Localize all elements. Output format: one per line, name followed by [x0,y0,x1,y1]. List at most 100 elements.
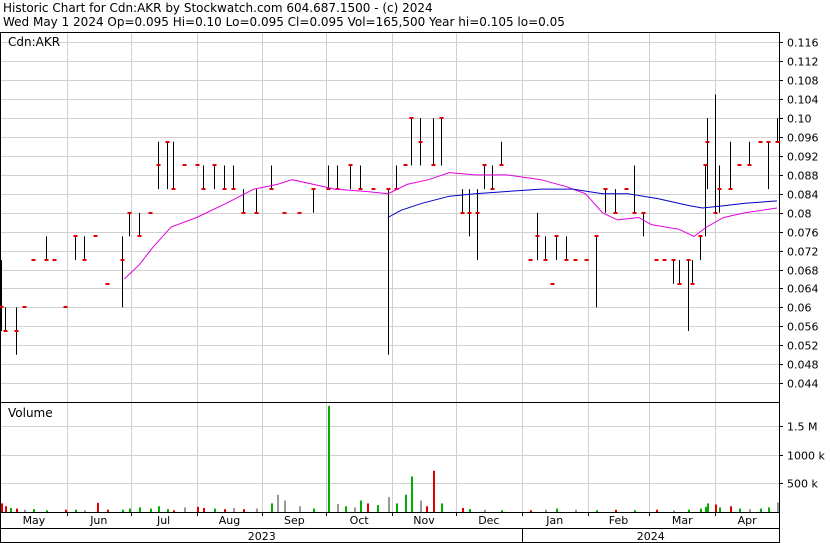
volume-bar [24,509,26,512]
price-close-mark [439,117,444,119]
price-close-mark [282,212,287,214]
volume-tick-label: 500 k [787,478,818,491]
month-label: May [23,514,46,527]
volume-bar [345,506,347,512]
volume-bar [707,503,709,512]
price-close-mark [148,212,153,214]
volume-bar [122,509,124,512]
price-close-mark [44,259,49,261]
price-tick-label: 0.064 [787,283,819,296]
volume-bar [197,506,199,512]
volume-bar [16,508,18,512]
price-close-mark [52,259,57,261]
price-close-mark [641,212,646,214]
price-close-mark [31,259,36,261]
symbol-label: Cdn:AKR [8,35,60,49]
price-close-mark [231,188,236,190]
volume-bar [243,509,245,512]
volume-tick-label: 1.5 M [787,421,817,434]
volume-bar [575,509,577,512]
volume-bar [224,509,226,512]
price-close-mark [698,235,703,237]
volume-bar [299,506,301,512]
volume-bar [777,502,779,512]
price-close-mark [63,306,68,308]
price-close-mark [717,188,722,190]
price-tick-label: 0.044 [787,378,819,391]
volume-bar [545,509,547,512]
month-label: Feb [609,514,628,527]
price-close-mark [475,212,480,214]
month-label: Aug [219,514,240,527]
volume-bar [184,507,186,512]
price-close-mark [371,188,376,190]
volume-bar [673,510,675,512]
volume-bar [596,510,598,512]
volume-label: Volume [8,406,53,420]
price-close-mark [212,164,217,166]
price-close-mark [662,259,667,261]
price-close-mark [460,212,465,214]
price-close-mark [3,330,8,332]
price-tick-label: 0.056 [787,321,819,334]
month-axis [0,512,780,529]
volume-bar [530,510,532,512]
price-close-mark [686,259,691,261]
price-close-mark [195,164,200,166]
price-close-mark [269,188,274,190]
volume-bar [420,500,422,512]
price-tick-label: 0.068 [787,265,819,278]
volume-bar [441,503,443,512]
volume-bar [405,494,407,512]
volume-bar [129,508,131,512]
volume-bar [277,494,279,512]
volume-bar [284,500,286,512]
volume-bar [501,510,503,512]
price-close-mark [573,259,578,261]
price-close-mark [297,212,302,214]
volume-bar [656,509,658,512]
volume-bar [396,503,398,512]
volume-bar [354,507,356,512]
price-close-mark [171,188,176,190]
month-label: Jul [156,514,170,527]
volume-bar [749,509,751,512]
price-tick-label: 0.088 [787,170,819,183]
volume-bar [214,508,216,512]
volume-bar [167,509,169,512]
volume-bar [388,497,390,512]
price-close-mark [241,212,246,214]
price-close-mark [127,212,132,214]
price-close-mark [93,235,98,237]
price-close-mark [137,235,142,237]
volume-bar [556,508,558,512]
price-close-mark [594,235,599,237]
volume-bar [233,507,235,512]
price-tick-label: 0.104 [787,94,819,107]
price-close-mark [386,188,391,190]
chart-title: Historic Chart for Cdn:AKR by Stockwatch… [3,1,433,15]
price-close-mark [182,164,187,166]
month-label: Sep [284,514,305,527]
price-close-mark [499,164,504,166]
price-tick-label: 0.10 [787,113,812,126]
price-tick-label: 0.072 [787,246,819,259]
price-tick-label: 0.048 [787,359,819,372]
price-close-mark [713,212,718,214]
price-close-mark [550,283,555,285]
volume-bar [203,507,205,512]
month-label: Jun [89,514,107,527]
month-label: Dec [478,514,499,527]
price-close-mark [535,235,540,237]
volume-bar [65,509,67,512]
volume-bar [700,508,702,512]
price-close-mark [490,188,495,190]
price-tick-label: 0.108 [787,75,819,88]
volume-bar [705,506,707,512]
volume-bar [615,509,617,512]
price-close-mark [409,117,414,119]
chart-stats: Wed May 1 2024 Op=0.095 Hi=0.10 Lo=0.095… [3,15,565,29]
volume-bar [367,503,369,512]
volume-bar [337,503,339,512]
year-label: 2023 [248,530,276,543]
